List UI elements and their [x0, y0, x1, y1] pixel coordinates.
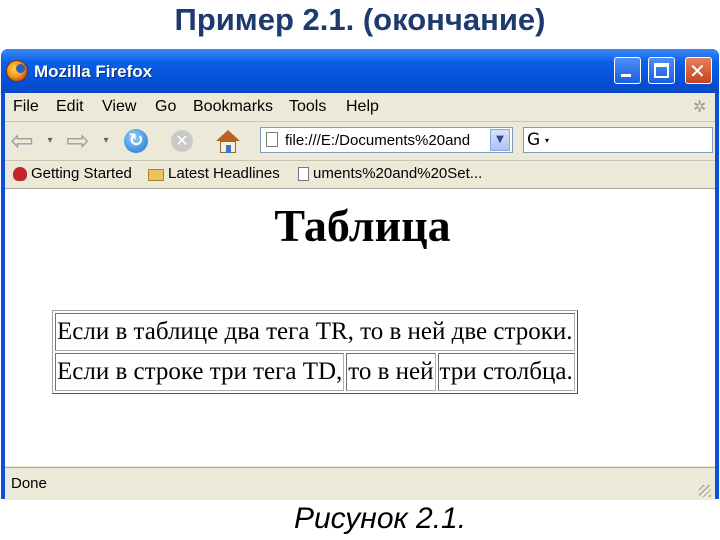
table-cell: то в ней [346, 353, 436, 391]
status-text: Done [11, 475, 47, 492]
table-cell: три столбца. [437, 353, 575, 391]
menu-go[interactable]: Go [155, 98, 176, 116]
page-icon [266, 132, 278, 147]
minimize-icon [621, 74, 631, 77]
close-button[interactable]: ✕ [685, 57, 712, 84]
bookmark-latest-headlines[interactable]: Latest Headlines [148, 165, 280, 182]
client-area: File Edit View Go Bookmarks Tools Help ✲… [5, 93, 715, 500]
slide-title: Пример 2.1. (окончание) [174, 2, 546, 37]
bookmark-local-page[interactable]: uments%20and%20Set... [298, 165, 482, 182]
bookmark-label: Latest Headlines [168, 165, 280, 182]
forward-history-dropdown[interactable]: ▾ [99, 126, 113, 156]
page-heading: Таблица [274, 200, 451, 251]
menu-bookmarks[interactable]: Bookmarks [193, 98, 273, 116]
table-cell: Если в таблице два тега TR, то в ней две… [55, 313, 575, 351]
getting-started-icon [13, 167, 27, 181]
menu-file[interactable]: File [13, 98, 39, 116]
bookmarks-toolbar: Getting Started Latest Headlines uments%… [5, 161, 715, 189]
bookmark-label: uments%20and%20Set... [313, 165, 483, 182]
firefox-logo-icon [7, 61, 27, 81]
address-bar[interactable]: file:///E:/Documents%20and ▼ [260, 127, 513, 153]
stop-x-icon: ✕ [175, 131, 189, 150]
status-bar: Done [5, 467, 715, 500]
menu-edit[interactable]: Edit [56, 98, 84, 116]
menu-help[interactable]: Help [346, 98, 379, 116]
maximize-icon [654, 63, 669, 78]
menu-tools[interactable]: Tools [289, 98, 326, 116]
url-text[interactable]: file:///E:/Documents%20and [285, 132, 485, 149]
menu-bar: File Edit View Go Bookmarks Tools Help ✲ [5, 93, 715, 122]
menu-view[interactable]: View [102, 98, 136, 116]
stop-button[interactable]: ✕ [167, 126, 197, 156]
table-row: Если в таблице два тега TR, то в ней две… [55, 313, 575, 351]
page-content: Таблица Если в таблице два тега TR, то в… [5, 189, 715, 466]
url-dropdown-button[interactable]: ▼ [490, 129, 510, 151]
search-bar[interactable]: G ▾ [523, 127, 713, 153]
table-row: Если в строке три тега TD, то в ней три … [55, 353, 575, 391]
resize-grip-icon[interactable] [699, 485, 711, 497]
browser-window: Mozilla Firefox ✕ File Edit View Go Book… [1, 49, 719, 500]
reload-button[interactable]: ↻ [121, 126, 151, 156]
figure-caption: Рисунок 2.1. [293, 502, 467, 535]
document-icon [298, 167, 309, 181]
bookmark-label: Getting Started [31, 165, 132, 182]
back-history-dropdown[interactable]: ▾ [43, 126, 57, 156]
home-icon [216, 130, 240, 141]
table-cell: Если в строке три тега TD, [55, 353, 345, 391]
search-engine-icon[interactable]: G [527, 131, 545, 149]
folder-icon [148, 169, 164, 181]
forward-button[interactable]: ⇨ [63, 126, 93, 156]
minimize-button[interactable] [614, 57, 641, 84]
back-button[interactable]: ⇦ [7, 126, 37, 156]
home-button[interactable] [213, 126, 243, 156]
close-icon: ✕ [689, 59, 706, 83]
search-engine-dropdown-icon[interactable]: ▾ [545, 136, 549, 145]
home-door-icon [226, 145, 231, 153]
navigation-toolbar: ⇦ ▾ ⇨ ▾ ↻ ✕ file:///E:/Documents%20and ▼ [5, 122, 715, 161]
window-title: Mozilla Firefox [34, 62, 153, 81]
bookmark-getting-started[interactable]: Getting Started [13, 165, 132, 182]
reload-arrow-icon: ↻ [128, 130, 144, 151]
maximize-button[interactable] [648, 57, 675, 84]
throbber-icon: ✲ [693, 97, 707, 116]
title-bar[interactable]: Mozilla Firefox ✕ [1, 49, 719, 93]
content-table: Если в таблице два тега TR, то в ней две… [52, 310, 578, 394]
